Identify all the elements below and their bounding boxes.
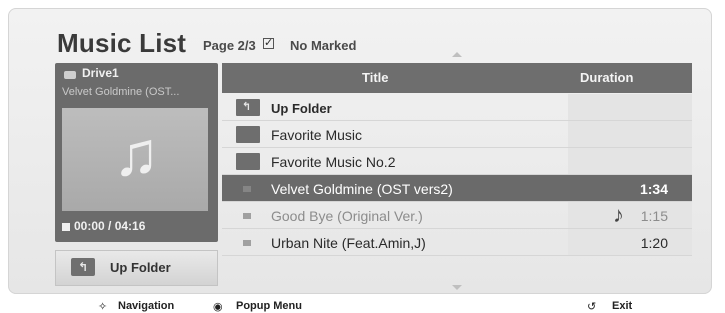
- page-indicator: Page 2/3: [203, 38, 256, 53]
- up-folder-icon: ↰: [236, 99, 260, 116]
- music-note-icon: ♫: [113, 120, 160, 189]
- footer-navigation-label: Navigation: [118, 300, 175, 312]
- music-file-icon: [243, 240, 251, 246]
- stop-icon: [62, 223, 70, 231]
- folder-icon: [236, 153, 260, 170]
- footer-popup-menu-label: Popup Menu: [236, 300, 302, 312]
- list-item-title: Good Bye (Original Ver.): [271, 208, 423, 224]
- list-item-music[interactable]: Urban Nite (Feat.Amin,J) 1:20: [222, 229, 692, 256]
- checkbox-icon[interactable]: ✓: [263, 38, 274, 49]
- now-playing-note-icon: ♪: [613, 202, 624, 227]
- scroll-down-icon[interactable]: [452, 285, 462, 290]
- list-item-title: Up Folder: [271, 101, 332, 116]
- list-item-title: Urban Nite (Feat.Amin,J): [271, 235, 426, 251]
- usb-drive-icon: [64, 71, 76, 79]
- folder-icon: [236, 126, 260, 143]
- list-item-title: Favorite Music No.2: [271, 154, 396, 170]
- list-item-title: Favorite Music: [271, 127, 363, 143]
- up-folder-button-label: Up Folder: [110, 260, 171, 275]
- footer-exit-label: Exit: [612, 300, 633, 312]
- column-header-title: Title: [362, 70, 389, 85]
- scroll-up-icon[interactable]: [452, 52, 462, 57]
- current-track-name: Velvet Goldmine (OST...: [62, 86, 180, 98]
- ok-button-icon: ◉: [213, 301, 223, 313]
- list-item-duration: 1:15: [640, 208, 668, 224]
- list-item-folder[interactable]: Favorite Music No.2: [222, 148, 692, 175]
- up-folder-icon: ↰: [71, 258, 95, 276]
- list-item-music[interactable]: Good Bye (Original Ver.) ♪ 1:15: [222, 202, 692, 229]
- page-title: Music List: [57, 28, 187, 58]
- drive-label: Drive1: [82, 66, 119, 80]
- music-file-icon: [243, 186, 251, 192]
- list-item-music-selected[interactable]: Velvet Goldmine (OST vers2) 1:34: [222, 175, 692, 202]
- exit-icon: ↺: [587, 301, 597, 313]
- mark-status-label: No Marked: [290, 38, 357, 53]
- list-item-folder[interactable]: Favorite Music: [222, 121, 692, 148]
- list-item-title: Velvet Goldmine (OST vers2): [271, 181, 453, 197]
- playback-time: 00:00 / 04:16: [74, 219, 146, 233]
- list-item-up-folder[interactable]: ↰ Up Folder: [222, 94, 692, 121]
- list-item-duration: 1:34: [639, 181, 668, 197]
- list-item-duration: 1:20: [640, 235, 668, 251]
- navigation-icon: ✧: [98, 301, 108, 313]
- music-file-icon: [243, 213, 251, 219]
- column-header-duration: Duration: [580, 70, 634, 85]
